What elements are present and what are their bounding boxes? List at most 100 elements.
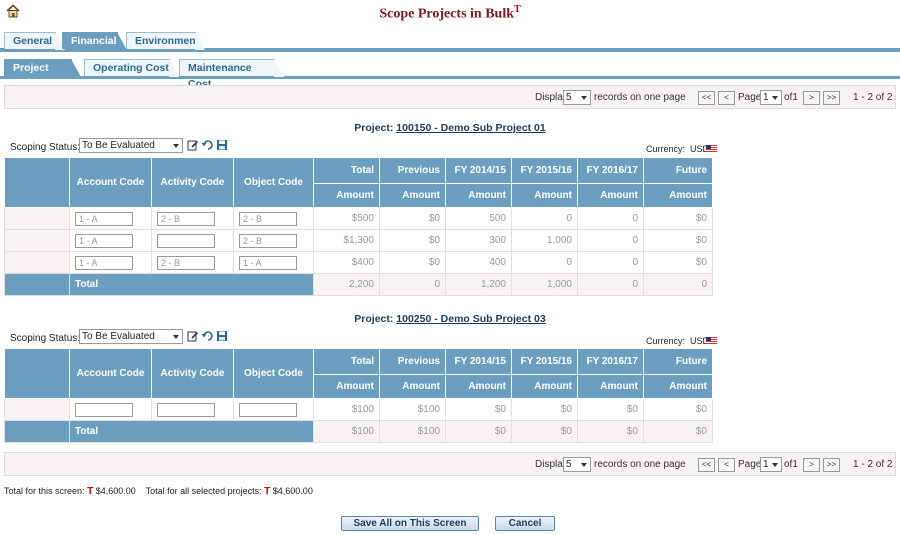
save-icon[interactable] bbox=[216, 139, 228, 151]
project-title: Project: 100250 - Demo Sub Project 03 bbox=[0, 313, 900, 325]
account-code-input[interactable]: 1 - A bbox=[75, 255, 133, 270]
row-selector bbox=[4, 207, 70, 230]
object-code-cell: 2 - B bbox=[233, 207, 314, 230]
next-page-button[interactable]: > bbox=[803, 458, 820, 472]
tab-environment[interactable]: Environment bbox=[126, 32, 205, 50]
row-header-blank bbox=[4, 157, 70, 208]
fy3-cell: 0 bbox=[577, 229, 644, 252]
edit-icon[interactable] bbox=[187, 330, 199, 342]
object-code-input[interactable]: 2 - B bbox=[239, 233, 297, 248]
fy1-cell: 500 bbox=[445, 207, 512, 230]
object-code-input[interactable] bbox=[239, 402, 297, 417]
future-cell: $0 bbox=[643, 251, 713, 274]
tab-project-cost[interactable]: Project Cost bbox=[4, 59, 81, 90]
header-fy-2015-16: FY 2015/16 bbox=[511, 157, 578, 184]
row-header-blank bbox=[4, 348, 70, 399]
project-title: Project: 100150 - Demo Sub Project 01 bbox=[0, 122, 900, 134]
account-code-input[interactable]: 1 - A bbox=[75, 233, 133, 248]
page-value: 1 bbox=[763, 459, 769, 470]
activity-code-input[interactable] bbox=[157, 233, 215, 248]
first-page-button[interactable]: << bbox=[698, 458, 715, 472]
account-code-input[interactable] bbox=[75, 402, 133, 417]
fy3-cell: 0 bbox=[577, 273, 644, 296]
chevron-down-icon bbox=[772, 463, 778, 467]
save-all-button[interactable]: Save All on This Screen bbox=[341, 516, 479, 531]
header-activity-code: Activity Code bbox=[151, 157, 234, 208]
table-row: $100 $100 $0 $0 $0 $0 bbox=[4, 398, 713, 421]
activity-code-input[interactable]: 2 - B bbox=[157, 255, 215, 270]
currency-info: Currency: USD bbox=[646, 144, 709, 154]
header-account-code: Account Code bbox=[69, 348, 152, 399]
header-amount: Amount bbox=[643, 183, 713, 208]
scoping-status-label: Scoping Status: bbox=[10, 333, 81, 344]
next-page-button[interactable]: > bbox=[803, 91, 820, 105]
currency-label: Currency: bbox=[646, 144, 686, 154]
total-row-label: Total bbox=[69, 273, 314, 296]
records-per-page-select[interactable]: 5 bbox=[563, 90, 591, 105]
header-previous: Previous bbox=[379, 157, 446, 184]
scoping-status-select[interactable]: To Be Evaluated bbox=[79, 329, 183, 344]
project-link[interactable]: 100150 - Demo Sub Project 01 bbox=[396, 122, 545, 134]
future-cell: $0 bbox=[643, 398, 713, 421]
fy2-cell: $0 bbox=[511, 398, 578, 421]
tab-operating-cost[interactable]: Operating Cost bbox=[84, 59, 179, 77]
row-selector bbox=[4, 398, 70, 421]
activity-code-input[interactable] bbox=[157, 402, 215, 417]
header-total: Total bbox=[313, 157, 380, 184]
cancel-button[interactable]: Cancel bbox=[495, 516, 555, 531]
prev-page-button[interactable]: < bbox=[718, 458, 735, 472]
pager-range-text: 1 - 2 of 2 bbox=[853, 92, 893, 103]
title-bar: Scope Projects in BulkT bbox=[0, 0, 900, 24]
object-code-input[interactable]: 1 - A bbox=[239, 255, 297, 270]
prev-page-button[interactable]: < bbox=[718, 91, 735, 105]
tab-label: Operating Cost bbox=[93, 62, 169, 74]
activity-code-input[interactable]: 2 - B bbox=[157, 211, 215, 226]
previous-cell: $0 bbox=[379, 207, 446, 230]
object-code-input[interactable]: 2 - B bbox=[239, 211, 297, 226]
totals-summary: Total for this screen: T $4,600.00 Total… bbox=[4, 486, 313, 497]
page-number-select[interactable]: 1 bbox=[760, 457, 782, 472]
chevron-down-icon bbox=[772, 96, 778, 100]
undo-icon[interactable] bbox=[201, 330, 213, 342]
fy2-cell: 0 bbox=[511, 207, 578, 230]
table-row: 1 - A 2 - B $1,300 $0 300 1,000 0 $0 bbox=[4, 229, 713, 252]
records-per-page-select[interactable]: 5 bbox=[563, 457, 591, 472]
records-value: 5 bbox=[566, 459, 572, 470]
header-total: Total bbox=[313, 348, 380, 375]
future-cell: 0 bbox=[643, 273, 713, 296]
header-amount: Amount bbox=[643, 374, 713, 399]
previous-cell: $100 bbox=[379, 420, 446, 443]
header-fy-2014-15: FY 2014/15 bbox=[445, 157, 512, 184]
header-previous: Previous bbox=[379, 348, 446, 375]
page-number-select[interactable]: 1 bbox=[760, 90, 782, 105]
last-page-button[interactable]: >> bbox=[823, 458, 840, 472]
us-flag-icon bbox=[706, 145, 717, 152]
tab-general[interactable]: General bbox=[4, 32, 65, 50]
pager-page-label: Page bbox=[738, 459, 762, 470]
header-fy-2014-15: FY 2014/15 bbox=[445, 348, 512, 375]
header-fy-2016-17: FY 2016/17 bbox=[577, 157, 644, 184]
fy1-cell: 1,200 bbox=[445, 273, 512, 296]
last-page-button[interactable]: >> bbox=[823, 91, 840, 105]
total-cell: $100 bbox=[313, 420, 380, 443]
edit-icon[interactable] bbox=[187, 139, 199, 151]
page-value: 1 bbox=[763, 92, 769, 103]
scoping-status-select[interactable]: To Be Evaluated bbox=[79, 138, 183, 153]
us-flag-icon bbox=[706, 337, 717, 344]
chevron-down-icon bbox=[173, 335, 179, 339]
undo-icon[interactable] bbox=[201, 139, 213, 151]
pager-of-label: of1 bbox=[784, 459, 798, 470]
total-cell: $100 bbox=[313, 398, 380, 421]
account-code-input[interactable]: 1 - A bbox=[75, 211, 133, 226]
screen-total-label: Total for this screen: bbox=[4, 486, 85, 496]
first-page-button[interactable]: << bbox=[698, 91, 715, 105]
object-code-cell: 1 - A bbox=[233, 251, 314, 274]
project-link[interactable]: 100250 - Demo Sub Project 03 bbox=[396, 313, 545, 325]
activity-code-cell: 2 - B bbox=[151, 207, 234, 230]
chevron-down-icon bbox=[581, 96, 587, 100]
tab-financial[interactable]: Financial bbox=[62, 32, 127, 50]
pager-bottom: Display 5 records on one page << < Page … bbox=[4, 452, 896, 476]
tab-maintenance-cost[interactable]: Maintenance Cost bbox=[179, 59, 284, 90]
save-icon[interactable] bbox=[216, 330, 228, 342]
total-row-label: Total bbox=[69, 420, 314, 443]
